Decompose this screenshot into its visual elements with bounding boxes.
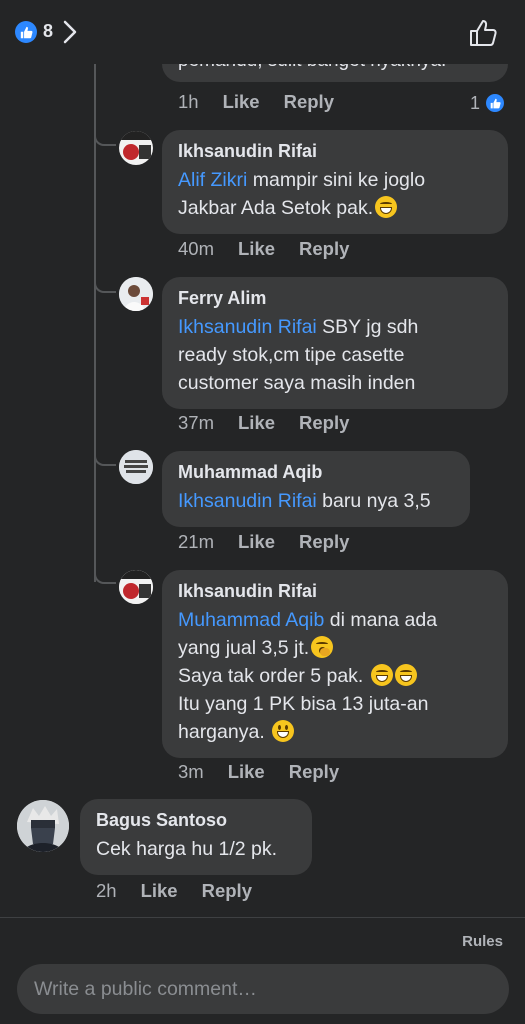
comment-line: harganya. <box>178 721 265 743</box>
grinning-emoji-icon <box>394 664 417 686</box>
comment-line: SBY jg sdh <box>322 316 419 338</box>
comment-line: customer saya masih inden <box>178 372 416 394</box>
reply-button[interactable]: Reply <box>299 412 349 434</box>
like-reaction-icon[interactable] <box>15 21 37 43</box>
comment-text: Cek harga hu 1/2 pk. <box>96 838 278 860</box>
comment-line: Itu yang 1 PK bisa 13 juta-an <box>178 693 429 715</box>
thread-connector <box>94 128 116 146</box>
like-button[interactable]: Like <box>238 238 275 260</box>
rules-link[interactable]: Rules <box>462 933 503 950</box>
like-button[interactable]: Like <box>238 531 275 553</box>
reaction-count[interactable]: 8 <box>43 21 53 42</box>
reply-button[interactable]: Reply <box>284 91 334 113</box>
comment-bubble[interactable]: Ikhsanudin Rifai Alif Zikri mampir sini … <box>162 130 508 234</box>
like-post-icon[interactable] <box>468 18 498 48</box>
comment-time[interactable]: 21m <box>178 531 214 553</box>
commenter-name[interactable]: Muhammad Aqib <box>178 461 454 483</box>
comment-actions: 1h Like Reply <box>178 91 358 113</box>
avatar[interactable] <box>119 131 153 165</box>
comment-composer-input[interactable]: Write a public comment… <box>17 964 509 1014</box>
avatar[interactable] <box>119 277 153 311</box>
grinning-emoji-icon <box>370 664 393 686</box>
comment-actions: 21m Like Reply <box>178 531 373 553</box>
commenter-name[interactable]: Ferry Alim <box>178 287 492 309</box>
commenter-name[interactable]: Bagus Santoso <box>96 809 296 831</box>
comment-text: Alif Zikri mampir sini ke joglo Jakbar A… <box>178 166 492 222</box>
comment-text: Ikhsanudin Rifai baru nya 3,5 <box>178 487 454 515</box>
thread-connector <box>94 566 116 584</box>
mention-link[interactable]: Ikhsanudin Rifai <box>178 490 317 512</box>
mention-link[interactable]: Alif Zikri <box>178 169 247 191</box>
comment-time[interactable]: 2h <box>96 880 117 902</box>
thread-connector <box>94 448 116 466</box>
like-button[interactable]: Like <box>223 91 260 113</box>
comment-bubble[interactable]: Bagus Santoso Cek harga hu 1/2 pk. <box>80 799 312 875</box>
commenter-name[interactable]: Ikhsanudin Rifai <box>178 580 492 602</box>
comment-text: Muhammad Aqib di mana ada yang jual 3,5 … <box>178 606 492 746</box>
comment-line: Saya tak order 5 pak. <box>178 665 364 687</box>
comment-line: di mana ada <box>329 609 438 631</box>
avatar[interactable] <box>17 800 69 852</box>
like-button[interactable]: Like <box>228 761 265 783</box>
comment-actions: 2h Like Reply <box>96 880 276 902</box>
comment-bubble[interactable]: Ferry Alim Ikhsanudin Rifai SBY jg sdh r… <box>162 277 508 409</box>
yawning-emoji-icon <box>311 636 334 658</box>
comment-line: ready stok,cm tipe casette <box>178 344 405 366</box>
reply-button[interactable]: Reply <box>202 880 252 902</box>
reaction-number: 1 <box>470 92 481 113</box>
reply-button[interactable]: Reply <box>289 761 339 783</box>
comment-bubble[interactable]: Ikhsanudin Rifai Muhammad Aqib di mana a… <box>162 570 508 758</box>
comment-line: Jakbar Ada Setok pak. <box>178 197 374 219</box>
comment-time[interactable]: 3m <box>178 761 204 783</box>
thread-connector <box>94 275 116 293</box>
composer-placeholder: Write a public comment… <box>34 977 257 1000</box>
commenter-name[interactable]: Ikhsanudin Rifai <box>178 140 492 162</box>
comment-line: mampir sini ke joglo <box>252 169 426 191</box>
comment-time[interactable]: 37m <box>178 412 214 434</box>
avatar[interactable] <box>119 570 153 604</box>
comment-actions: 40m Like Reply <box>178 238 373 260</box>
mention-link[interactable]: Ikhsanudin Rifai <box>178 316 317 338</box>
divider <box>0 917 525 918</box>
like-button[interactable]: Like <box>141 880 178 902</box>
grinning-emoji-icon <box>375 196 398 218</box>
reply-button[interactable]: Reply <box>299 238 349 260</box>
comment-reaction-count[interactable]: 1 <box>470 92 507 114</box>
smiling-emoji-icon <box>272 720 295 742</box>
like-button[interactable]: Like <box>238 412 275 434</box>
comment-actions: 3m Like Reply <box>178 761 363 783</box>
comment-time[interactable]: 1h <box>178 91 199 113</box>
comment-bubble[interactable]: Muhammad Aqib Ikhsanudin Rifai baru nya … <box>162 451 470 527</box>
comment-line: baru nya 3,5 <box>322 490 431 512</box>
like-reaction-icon <box>484 92 507 114</box>
comment-line: yang jual 3,5 jt. <box>178 637 310 659</box>
avatar[interactable] <box>119 450 153 484</box>
reply-button[interactable]: Reply <box>299 531 349 553</box>
reactions-header: 8 <box>0 0 525 64</box>
chevron-right-icon[interactable] <box>62 19 78 45</box>
comment-text: Ikhsanudin Rifai SBY jg sdh ready stok,c… <box>178 313 492 397</box>
mention-link[interactable]: Muhammad Aqib <box>178 609 324 631</box>
comment-actions: 37m Like Reply <box>178 412 373 434</box>
comment-time[interactable]: 40m <box>178 238 214 260</box>
